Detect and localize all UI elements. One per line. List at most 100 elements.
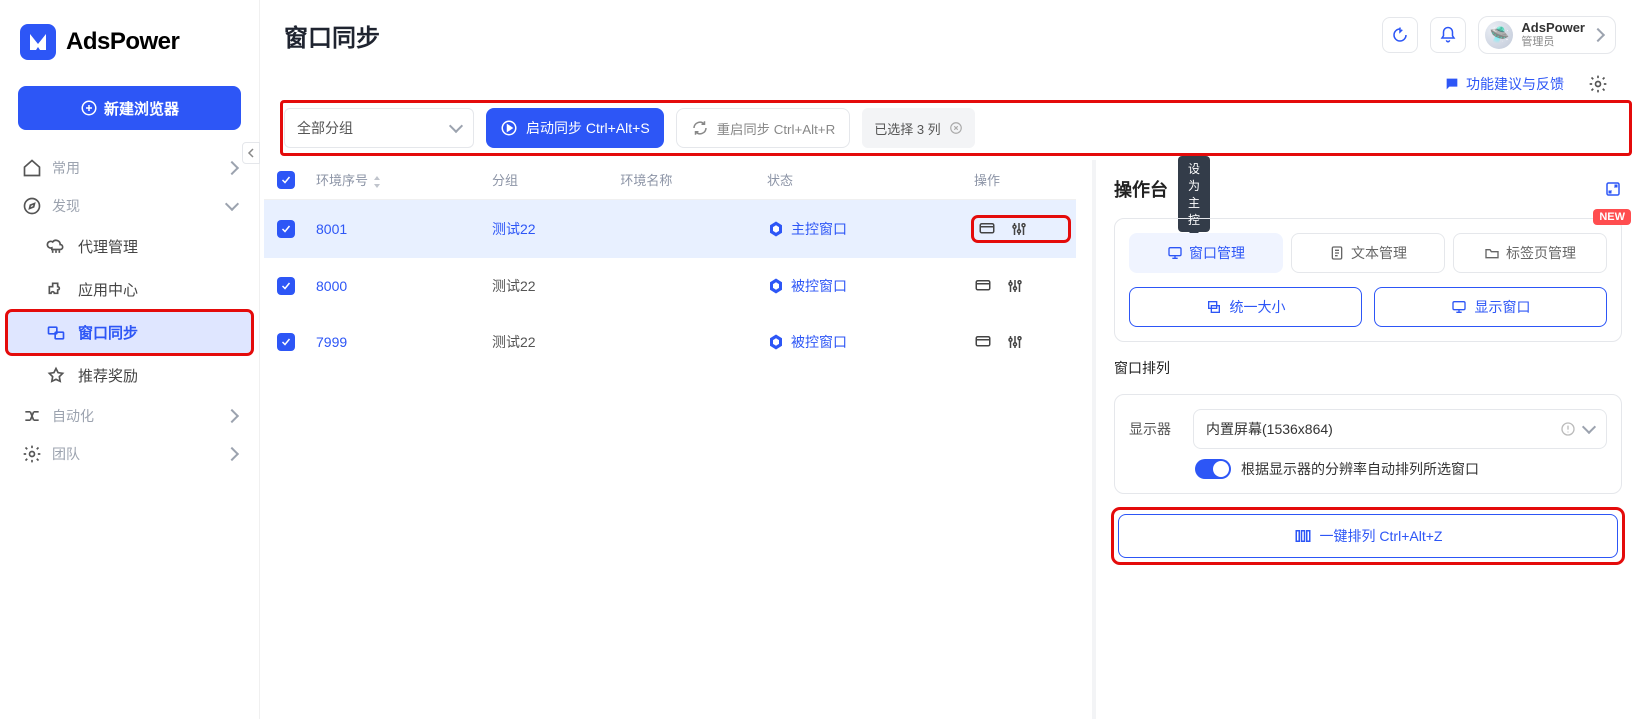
new-browser-button[interactable]: 新建浏览器 [18, 86, 241, 130]
cell-ops [966, 314, 1076, 370]
group-select-value: 全部分组 [297, 118, 353, 138]
cell-ops [966, 258, 1076, 314]
show-windows-label: 显示窗口 [1475, 297, 1531, 317]
show-windows-button[interactable]: 显示窗口 [1374, 287, 1607, 327]
topbar: 窗口同步 🛸 AdsPower 管理员 [260, 0, 1640, 66]
col-seq[interactable]: 环境序号 [308, 160, 484, 200]
sliders-icon [1006, 277, 1024, 295]
adjust-button[interactable] [1006, 277, 1024, 295]
table-row[interactable]: 8001 测试22 主控窗口 [264, 200, 1076, 259]
panel-title: 操作台 [1114, 176, 1168, 202]
toolbar: 全部分组 启动同步 Ctrl+Alt+S 重启同步 Ctrl+Alt+R 已选择… [260, 108, 1640, 160]
highlight-box: 一键排列 Ctrl+Alt+Z [1114, 510, 1622, 562]
nav-discover-label: 发现 [52, 196, 80, 216]
main: 窗口同步 🛸 AdsPower 管理员 功能建议与反馈 [260, 0, 1640, 719]
tab-window-mgmt[interactable]: 窗口管理 [1129, 233, 1283, 273]
row-checkbox[interactable] [277, 220, 295, 238]
hexagon-icon [767, 277, 785, 295]
avatar: 🛸 [1485, 21, 1513, 49]
new-browser-label: 新建浏览器 [104, 98, 179, 119]
col-group[interactable]: 分组 [484, 160, 612, 200]
sidebar-collapse-toggle[interactable] [242, 142, 260, 164]
auto-arrange-toggle[interactable] [1195, 459, 1231, 479]
sidebar-item-label: 窗口同步 [78, 322, 138, 343]
star-icon [46, 366, 66, 386]
chevron-left-icon [247, 148, 255, 158]
open-window-button[interactable] [974, 277, 992, 295]
restart-sync-label: 重启同步 Ctrl+Alt+R [717, 119, 836, 138]
group-select[interactable]: 全部分组 [284, 108, 474, 148]
tab-tabs-mgmt[interactable]: 标签页管理 [1453, 233, 1607, 273]
start-sync-button[interactable]: 启动同步 Ctrl+Alt+S [486, 108, 664, 148]
clear-selection-button[interactable] [949, 121, 963, 135]
close-circle-icon [949, 121, 963, 135]
feedback-link[interactable]: 功能建议与反馈 [1444, 66, 1564, 102]
columns-icon [1294, 527, 1312, 545]
bell-icon [1439, 26, 1457, 44]
adjust-button[interactable] [1006, 333, 1024, 351]
operations-panel: 操作台 NEW 窗口管理 文本管理 [1092, 160, 1640, 719]
nav-section-common[interactable]: 常用 [8, 150, 251, 186]
table-row[interactable]: 8000 测试22 被控窗口 [264, 258, 1076, 314]
monitor-icon [974, 277, 992, 295]
sliders-icon [1010, 220, 1028, 238]
compass-icon [22, 196, 42, 216]
nav-automation-label: 自动化 [52, 406, 94, 426]
restart-sync-button[interactable]: 重启同步 Ctrl+Alt+R [676, 108, 851, 148]
sidebar-item-rewards[interactable]: 推荐奖励 [8, 355, 251, 396]
start-sync-label: 启动同步 Ctrl+Alt+S [526, 118, 650, 138]
sort-icon [372, 176, 382, 188]
row-checkbox[interactable] [277, 277, 295, 295]
automation-icon [22, 406, 42, 426]
sync-button[interactable] [1382, 17, 1418, 53]
user-name: AdsPower [1521, 21, 1585, 36]
cell-name [612, 314, 759, 370]
sidebar-item-proxy[interactable]: 代理管理 [8, 226, 251, 267]
col-name[interactable]: 环境名称 [612, 160, 759, 200]
settings-button[interactable] [1580, 66, 1616, 102]
windows-stack-icon [1206, 299, 1222, 315]
uniform-size-button[interactable]: 统一大小 [1129, 287, 1362, 327]
adjust-button[interactable] [1010, 220, 1028, 238]
display-select[interactable]: 内置屏幕(1536x864) [1193, 409, 1607, 449]
info-warning-icon [1560, 421, 1576, 437]
document-icon [1329, 245, 1345, 261]
cell-ops [966, 200, 1076, 259]
tab-label: 文本管理 [1351, 243, 1407, 263]
cell-status: 被控窗口 [759, 258, 966, 314]
plus-circle-icon [80, 99, 98, 117]
tab-text-mgmt[interactable]: 文本管理 [1291, 233, 1445, 273]
nav-section-discover[interactable]: 发现 [8, 188, 251, 224]
cloud-network-icon [46, 237, 66, 257]
expand-panel-button[interactable] [1604, 180, 1622, 198]
sidebar-item-window-sync[interactable]: 窗口同步 [8, 312, 251, 353]
brand: AdsPower [0, 0, 259, 78]
windows-sync-icon [46, 323, 66, 343]
page-title: 窗口同步 [284, 18, 380, 53]
gear-icon [22, 444, 42, 464]
sidebar-item-apps[interactable]: 应用中心 [8, 269, 251, 310]
open-window-button[interactable] [978, 220, 996, 238]
open-window-button[interactable] [974, 333, 992, 351]
nav-section-team[interactable]: 团队 [8, 436, 251, 472]
nav-common-label: 常用 [52, 158, 80, 178]
col-status[interactable]: 状态 [759, 160, 966, 200]
feedback-label: 功能建议与反馈 [1466, 74, 1564, 94]
nav-team-label: 团队 [52, 444, 80, 464]
nav: 常用 发现 代理管理 应用中心 窗口同步 推荐奖励 [0, 146, 259, 476]
select-all-checkbox[interactable] [277, 171, 295, 189]
user-menu[interactable]: 🛸 AdsPower 管理员 [1478, 16, 1616, 54]
display-select-value: 内置屏幕(1536x864) [1206, 419, 1333, 439]
one-click-arrange-label: 一键排列 Ctrl+Alt+Z [1320, 526, 1443, 546]
notifications-button[interactable] [1430, 17, 1466, 53]
cell-name [612, 258, 759, 314]
selection-count-pill: 已选择 3 列 [862, 108, 974, 148]
nav-section-automation[interactable]: 自动化 [8, 398, 251, 434]
table-row[interactable]: 7999 测试22 被控窗口 [264, 314, 1076, 370]
sidebar: AdsPower 新建浏览器 常用 发现 代理管理 [0, 0, 260, 719]
user-role: 管理员 [1521, 36, 1585, 49]
one-click-arrange-button[interactable]: 一键排列 Ctrl+Alt+Z [1118, 514, 1618, 558]
cell-status: 被控窗口 [759, 314, 966, 370]
expand-icon [1604, 180, 1622, 198]
row-checkbox[interactable] [277, 333, 295, 351]
